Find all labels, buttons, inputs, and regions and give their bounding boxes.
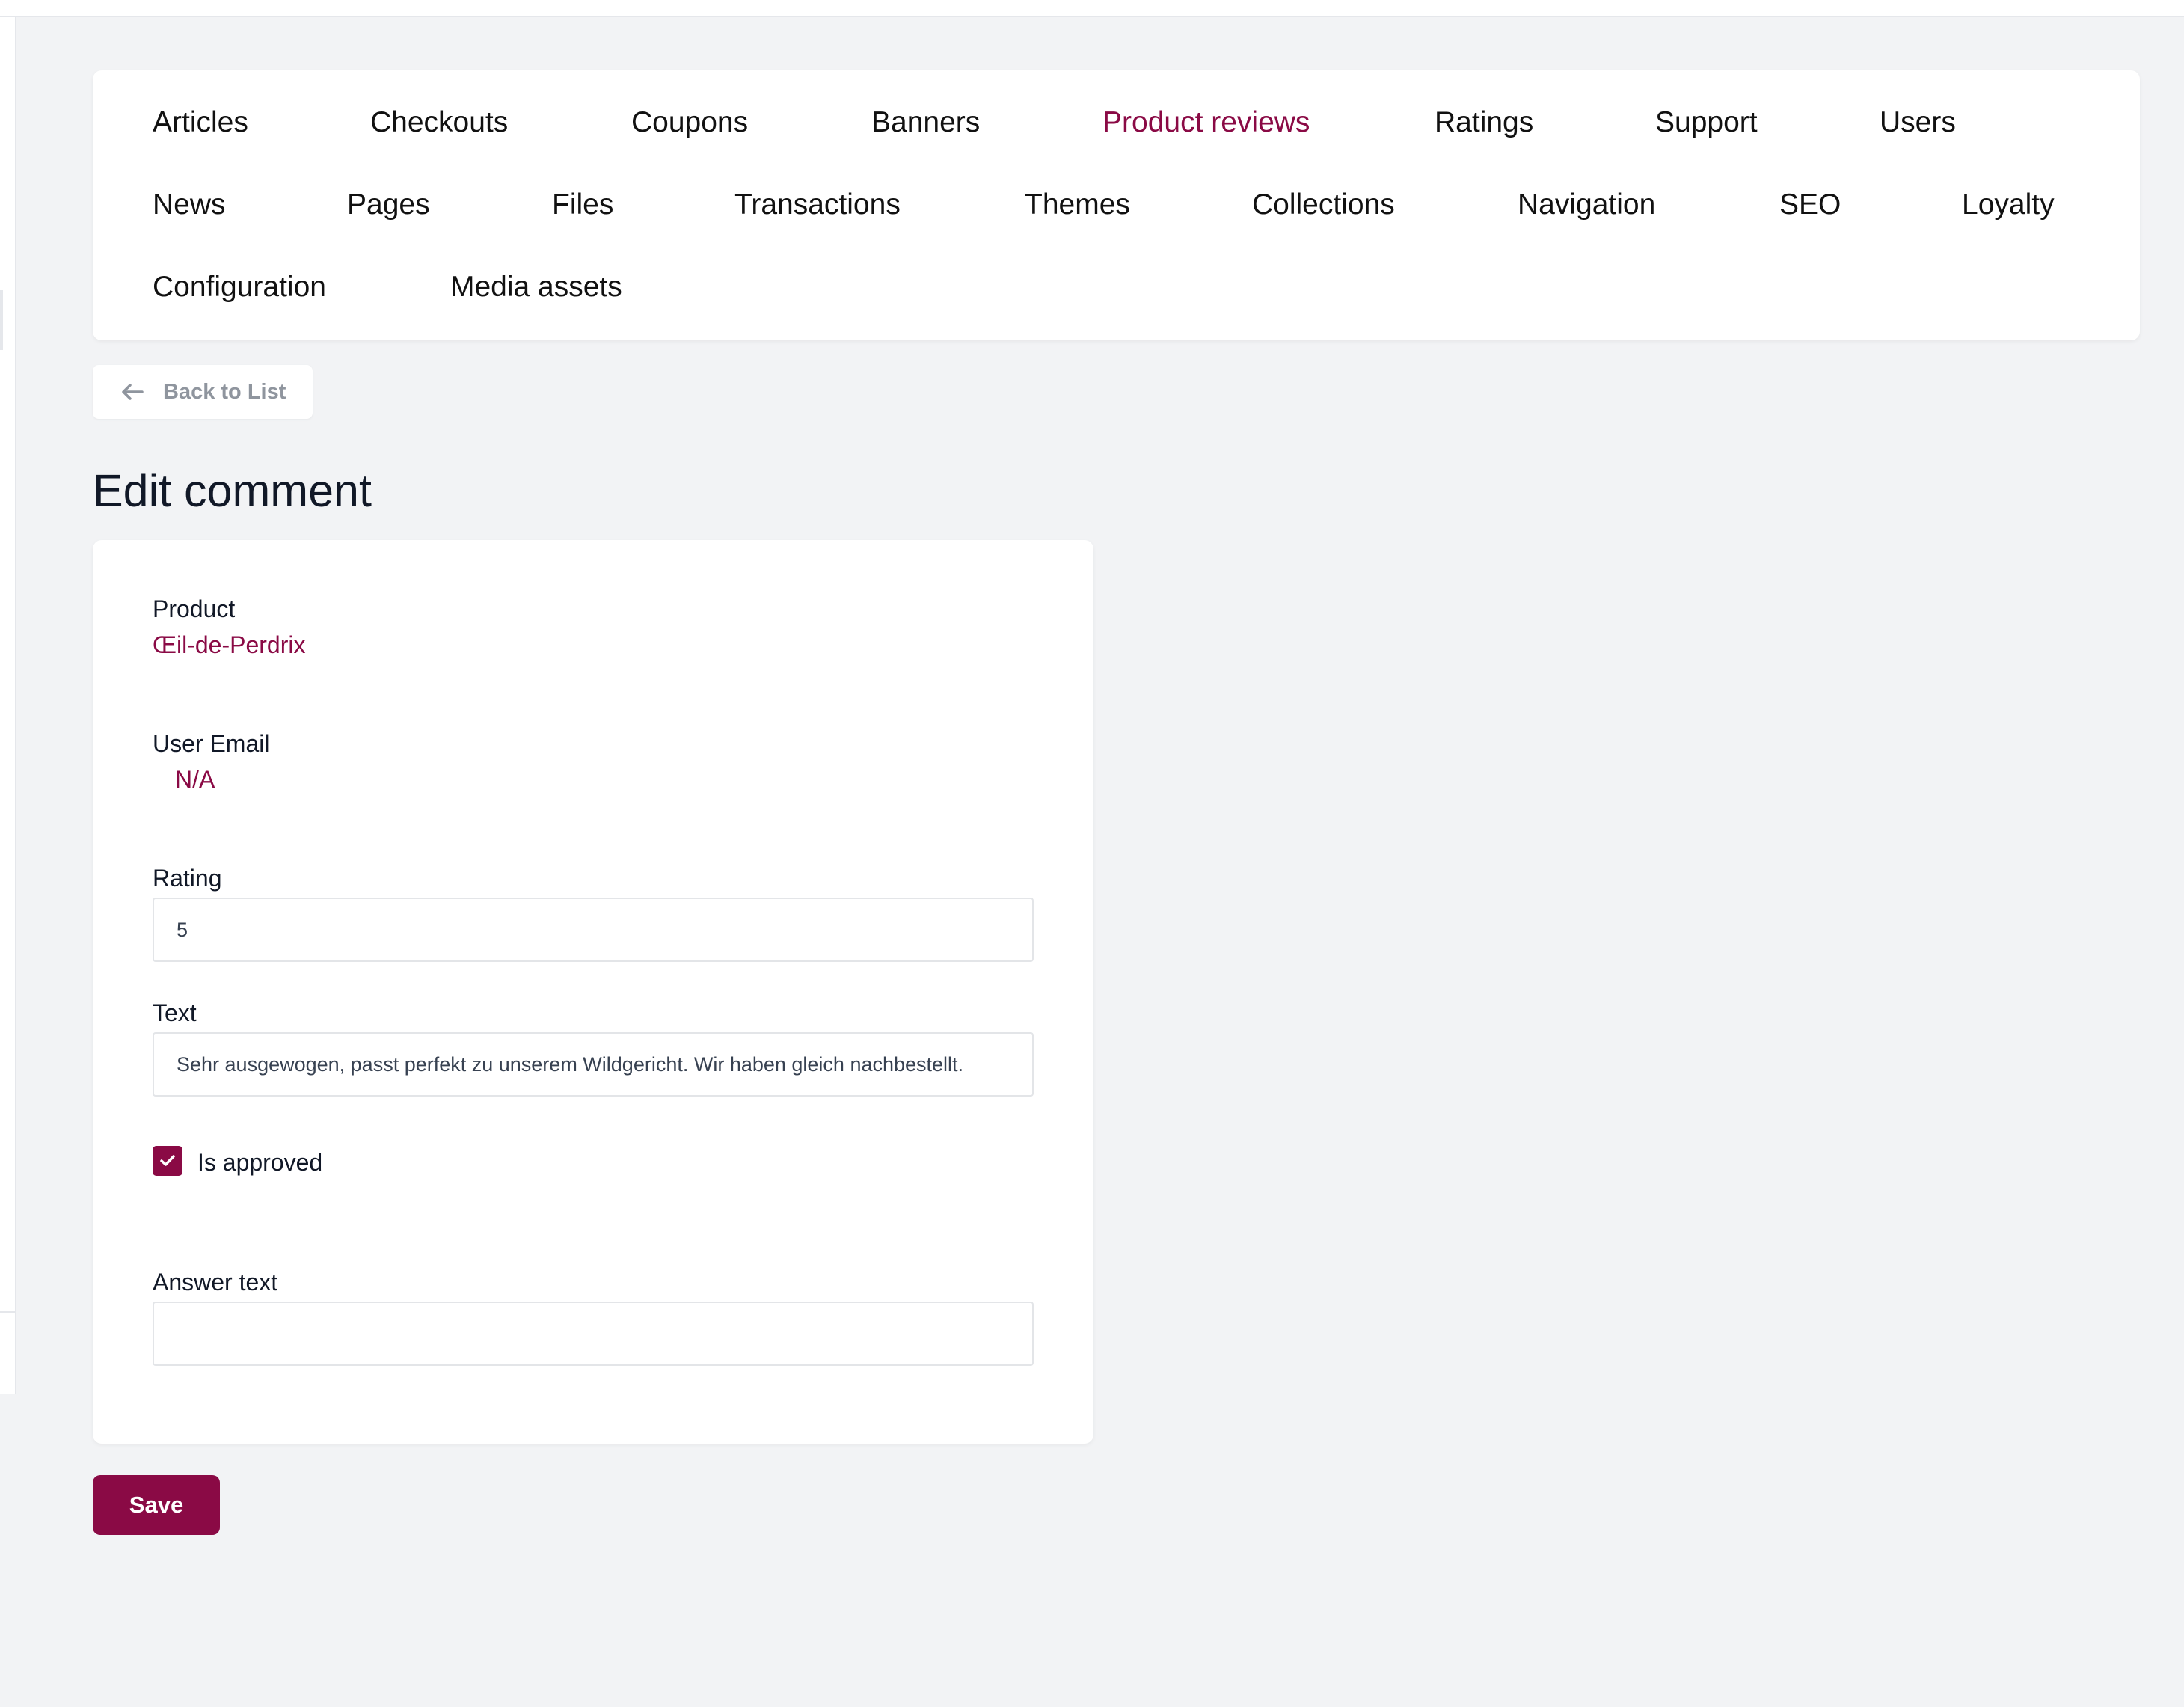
answer-text-input[interactable]	[153, 1302, 1034, 1366]
is-approved-checkbox[interactable]	[153, 1146, 182, 1176]
nav-item-pages[interactable]: Pages	[347, 183, 430, 227]
nav-item-coupons[interactable]: Coupons	[631, 100, 748, 145]
nav-item-ratings[interactable]: Ratings	[1435, 100, 1533, 145]
nav-item-support[interactable]: Support	[1655, 100, 1758, 145]
page-title: Edit comment	[93, 465, 372, 516]
product-label: Product	[153, 595, 236, 622]
nav-item-users[interactable]: Users	[1880, 100, 1956, 145]
nav-item-seo[interactable]: SEO	[1779, 183, 1841, 227]
left-sidebar-rail	[0, 17, 16, 1394]
nav-item-product-reviews[interactable]: Product reviews	[1102, 100, 1310, 145]
nav-item-media-assets[interactable]: Media assets	[450, 265, 622, 310]
text-label: Text	[153, 999, 197, 1026]
nav-item-files[interactable]: Files	[552, 183, 613, 227]
nav-item-banners[interactable]: Banners	[871, 100, 980, 145]
sidebar-indicator	[0, 290, 3, 350]
arrow-left-icon	[122, 384, 144, 400]
nav-item-themes[interactable]: Themes	[1025, 183, 1130, 227]
user-email-label: User Email	[153, 730, 270, 757]
nav-item-checkouts[interactable]: Checkouts	[370, 100, 508, 145]
back-to-list-label: Back to List	[163, 379, 286, 404]
sidebar-divider	[0, 1311, 16, 1313]
nav-item-news[interactable]: News	[153, 183, 226, 227]
rating-label: Rating	[153, 865, 222, 892]
is-approved-label: Is approved	[197, 1149, 323, 1176]
nav-item-transactions[interactable]: Transactions	[734, 183, 901, 227]
edit-comment-form: Product Œil-de-Perdrix User Email N/A Ra…	[93, 540, 1093, 1444]
nav-item-articles[interactable]: Articles	[153, 100, 248, 145]
top-bar	[0, 0, 2184, 17]
nav-item-collections[interactable]: Collections	[1252, 183, 1395, 227]
admin-navigation: Articles Checkouts Coupons Banners Produ…	[93, 70, 2140, 340]
nav-item-navigation[interactable]: Navigation	[1518, 183, 1655, 227]
answer-text-label: Answer text	[153, 1269, 278, 1296]
checkmark-icon	[160, 1155, 175, 1166]
save-button[interactable]: Save	[93, 1475, 220, 1535]
nav-item-configuration[interactable]: Configuration	[153, 265, 326, 310]
back-to-list-button[interactable]: Back to List	[93, 365, 313, 419]
user-email-link[interactable]: N/A	[175, 764, 215, 794]
text-input[interactable]	[153, 1032, 1034, 1097]
nav-item-loyalty[interactable]: Loyalty	[1962, 183, 2055, 227]
product-link[interactable]: Œil-de-Perdrix	[153, 630, 305, 660]
rating-input[interactable]	[153, 898, 1034, 962]
